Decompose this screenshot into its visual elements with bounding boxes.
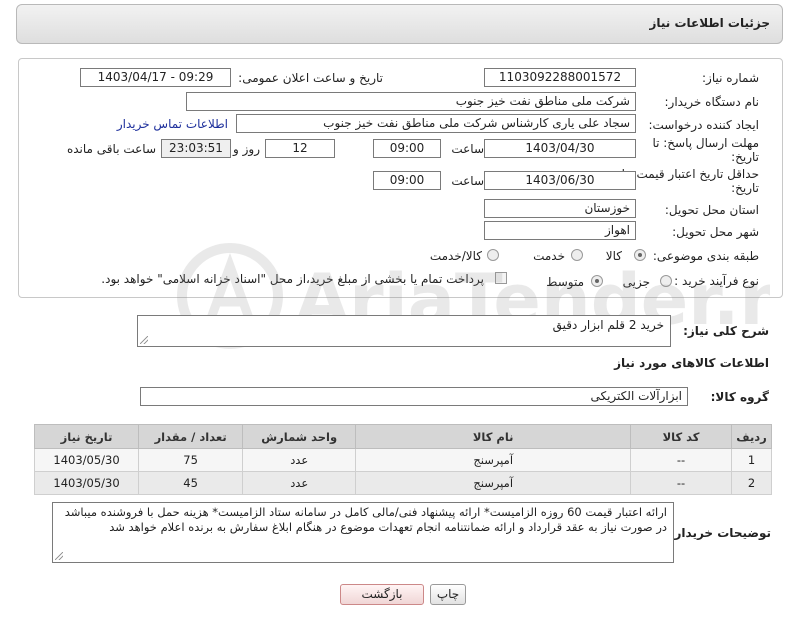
purchase-minor-radio[interactable] bbox=[660, 275, 672, 287]
goods-table: ردیف کد کالا نام کالا واحد شمارش تعداد /… bbox=[33, 424, 772, 495]
category-service-radio[interactable] bbox=[571, 249, 583, 261]
treasury-payment-note: پرداخت تمام یا بخشی از مبلغ خرید،از محل … bbox=[101, 272, 484, 286]
category-goods-radio[interactable] bbox=[634, 249, 646, 261]
category-label: طبقه بندی موضوعی: bbox=[652, 249, 759, 263]
province-field[interactable]: خوزستان bbox=[484, 199, 636, 218]
city-field[interactable]: اهواز bbox=[484, 221, 636, 240]
price-validity-time-label: ساعت bbox=[451, 174, 484, 188]
item-code-cell: -- bbox=[630, 471, 733, 495]
deadline-label-line2: تاریخ: bbox=[731, 150, 759, 164]
days-label: روز و bbox=[233, 142, 260, 156]
treasury-payment-checkbox[interactable] bbox=[495, 272, 507, 284]
purchase-minor-label: جزیی bbox=[622, 275, 650, 289]
deadline-time-field[interactable]: 09:00 bbox=[373, 139, 441, 158]
category-goods-service-radio[interactable] bbox=[487, 249, 499, 261]
remaining-time-field: 23:03:51 bbox=[161, 139, 231, 158]
deadline-label-line1: مهلت ارسال پاسخ: تا bbox=[652, 136, 759, 150]
province-label: استان محل تحویل: bbox=[664, 203, 759, 217]
page-header: جزئیات اطلاعات نیاز bbox=[16, 4, 783, 44]
need-number-field[interactable]: 1103092288001572 bbox=[484, 68, 636, 87]
page-title: جزئیات اطلاعات نیاز bbox=[649, 16, 770, 30]
item-code-cell: -- bbox=[630, 448, 733, 472]
creator-label: ایجاد کننده درخواست: bbox=[648, 118, 759, 132]
purchase-medium-radio[interactable] bbox=[591, 275, 603, 287]
buyer-notes-line1: ارائه اعتبار قیمت 60 روزه الزامیست* ارائ… bbox=[64, 505, 667, 519]
goods-section-title: اطلاعات کالاهای مورد نیاز bbox=[614, 356, 769, 370]
goods-group-label: گروه کالا: bbox=[710, 390, 769, 404]
creator-field[interactable]: سجاد علی یاری کارشناس شرکت ملی مناطق نفت… bbox=[236, 114, 636, 133]
announce-datetime-label: تاریخ و ساعت اعلان عمومی: bbox=[238, 71, 383, 85]
deadline-date-field[interactable]: 1403/04/30 bbox=[484, 139, 636, 158]
unit-cell: عدد bbox=[242, 448, 357, 472]
buyer-org-label: نام دستگاه خریدار: bbox=[664, 95, 760, 109]
category-service-label: خدمت bbox=[533, 249, 565, 263]
days-remaining-field[interactable]: 12 bbox=[265, 139, 335, 158]
deadline-time-label: ساعت bbox=[451, 142, 484, 156]
resize-grip-icon[interactable] bbox=[140, 336, 148, 344]
col-item-name: نام کالا bbox=[355, 424, 632, 449]
col-row-number: ردیف bbox=[731, 424, 772, 449]
need-date-cell: 1403/05/30 bbox=[33, 471, 140, 495]
resize-grip-icon[interactable] bbox=[55, 552, 63, 560]
remaining-time-label: ساعت باقی مانده bbox=[66, 142, 156, 156]
goods-table-header: ردیف کد کالا نام کالا واحد شمارش تعداد /… bbox=[33, 424, 772, 449]
need-date-cell: 1403/05/30 bbox=[33, 448, 140, 472]
price-validity-time-field[interactable]: 09:00 bbox=[373, 171, 441, 190]
buyer-notes-textarea[interactable]: ارائه اعتبار قیمت 60 روزه الزامیست* ارائ… bbox=[52, 502, 674, 563]
category-goods-label: کالا bbox=[605, 249, 622, 263]
announce-datetime-field[interactable]: 1403/04/17 - 09:29 bbox=[80, 68, 231, 87]
city-label: شهر محل تحویل: bbox=[672, 225, 759, 239]
col-need-date: تاریخ نیاز bbox=[33, 424, 140, 449]
item-name-cell: آمپرسنج bbox=[355, 448, 632, 472]
purchase-type-label: نوع فرآیند خرید : bbox=[674, 274, 759, 288]
quantity-cell: 45 bbox=[138, 471, 244, 495]
item-name-cell: آمپرسنج bbox=[355, 471, 632, 495]
print-button[interactable]: چاپ bbox=[430, 584, 466, 605]
price-validity-date-field[interactable]: 1403/06/30 bbox=[484, 171, 636, 190]
table-row[interactable]: 2 -- آمپرسنج عدد 45 1403/05/30 bbox=[33, 471, 772, 495]
back-button[interactable]: بازگشت bbox=[340, 584, 424, 605]
col-item-code: کد کالا bbox=[630, 424, 733, 449]
row-number-cell: 1 bbox=[731, 448, 772, 472]
row-number-cell: 2 bbox=[731, 471, 772, 495]
category-goods-service-label: کالا/خدمت bbox=[429, 249, 482, 263]
table-row[interactable]: 1 -- آمپرسنج عدد 75 1403/05/30 bbox=[33, 448, 772, 472]
col-quantity: تعداد / مقدار bbox=[138, 424, 244, 449]
price-validity-label-line2: تاریخ: bbox=[731, 181, 759, 195]
goods-group-field[interactable]: ابزارآلات الکتریکی bbox=[140, 387, 688, 406]
description-textarea[interactable]: خرید 2 قلم ابزار دقیق bbox=[137, 315, 671, 347]
purchase-medium-label: متوسط bbox=[546, 275, 584, 289]
buyer-org-field[interactable]: شرکت ملی مناطق نفت خیز جنوب bbox=[186, 92, 636, 111]
unit-cell: عدد bbox=[242, 471, 357, 495]
buyer-contact-link[interactable]: اطلاعات تماس خریدار bbox=[117, 117, 228, 131]
buyer-notes-line2: در صورت نیاز به عقد قرارداد و ارائه ضمان… bbox=[109, 520, 667, 534]
buyer-notes-label: توضیحات خریدار: bbox=[669, 526, 771, 540]
need-number-label: شماره نیاز: bbox=[702, 71, 759, 85]
col-unit: واحد شمارش bbox=[242, 424, 357, 449]
description-label: شرح کلی نیاز: bbox=[683, 324, 769, 338]
price-validity-label-line1: حداقل تاریخ اعتبار قیمت: تا bbox=[621, 167, 759, 181]
description-text: خرید 2 قلم ابزار دقیق bbox=[552, 318, 664, 332]
quantity-cell: 75 bbox=[138, 448, 244, 472]
